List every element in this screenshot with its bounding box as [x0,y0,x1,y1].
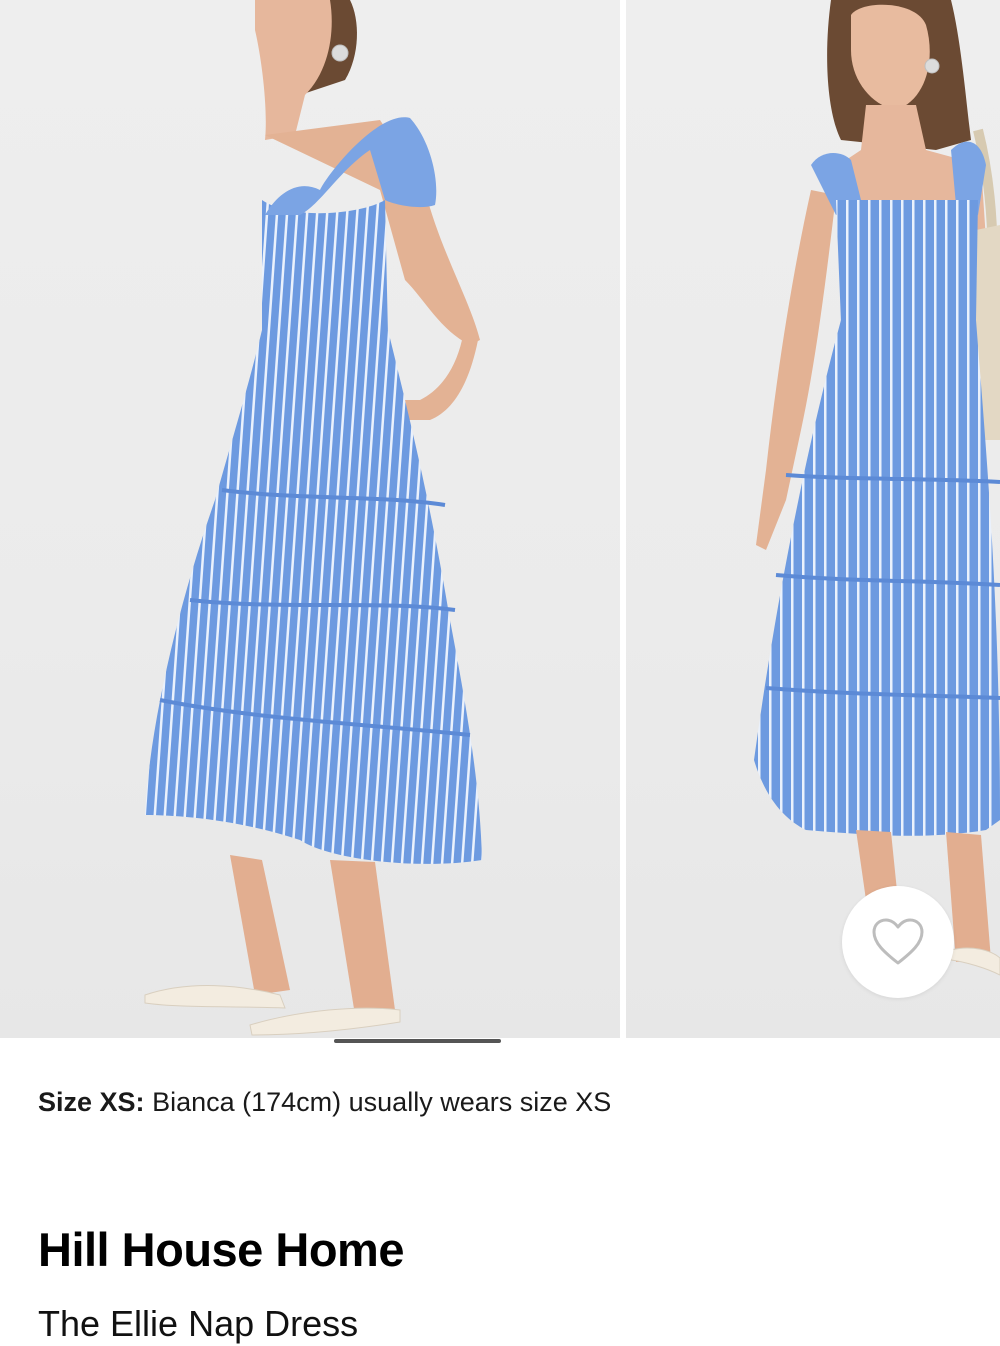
model-size-note: Size XS: Bianca (174cm) usually wears si… [38,1085,611,1119]
dress-illustration-front [754,0,1000,976]
brand-name[interactable]: Hill House Home [38,1222,404,1278]
product-title: The Ellie Nap Dress [38,1303,359,1344]
add-to-wishlist-button[interactable] [842,886,954,998]
dress-illustration [144,0,482,1036]
product-image-side-view[interactable] [0,0,620,1040]
size-note-label: Size XS: [38,1087,145,1117]
size-note-text: Bianca (174cm) usually wears size XS [152,1087,612,1117]
heart-outline-icon [872,918,924,965]
product-image-gallery[interactable] [0,0,1000,1044]
carousel-scroll-indicator[interactable] [334,1039,501,1043]
product-image-front-view[interactable] [626,0,1000,1040]
